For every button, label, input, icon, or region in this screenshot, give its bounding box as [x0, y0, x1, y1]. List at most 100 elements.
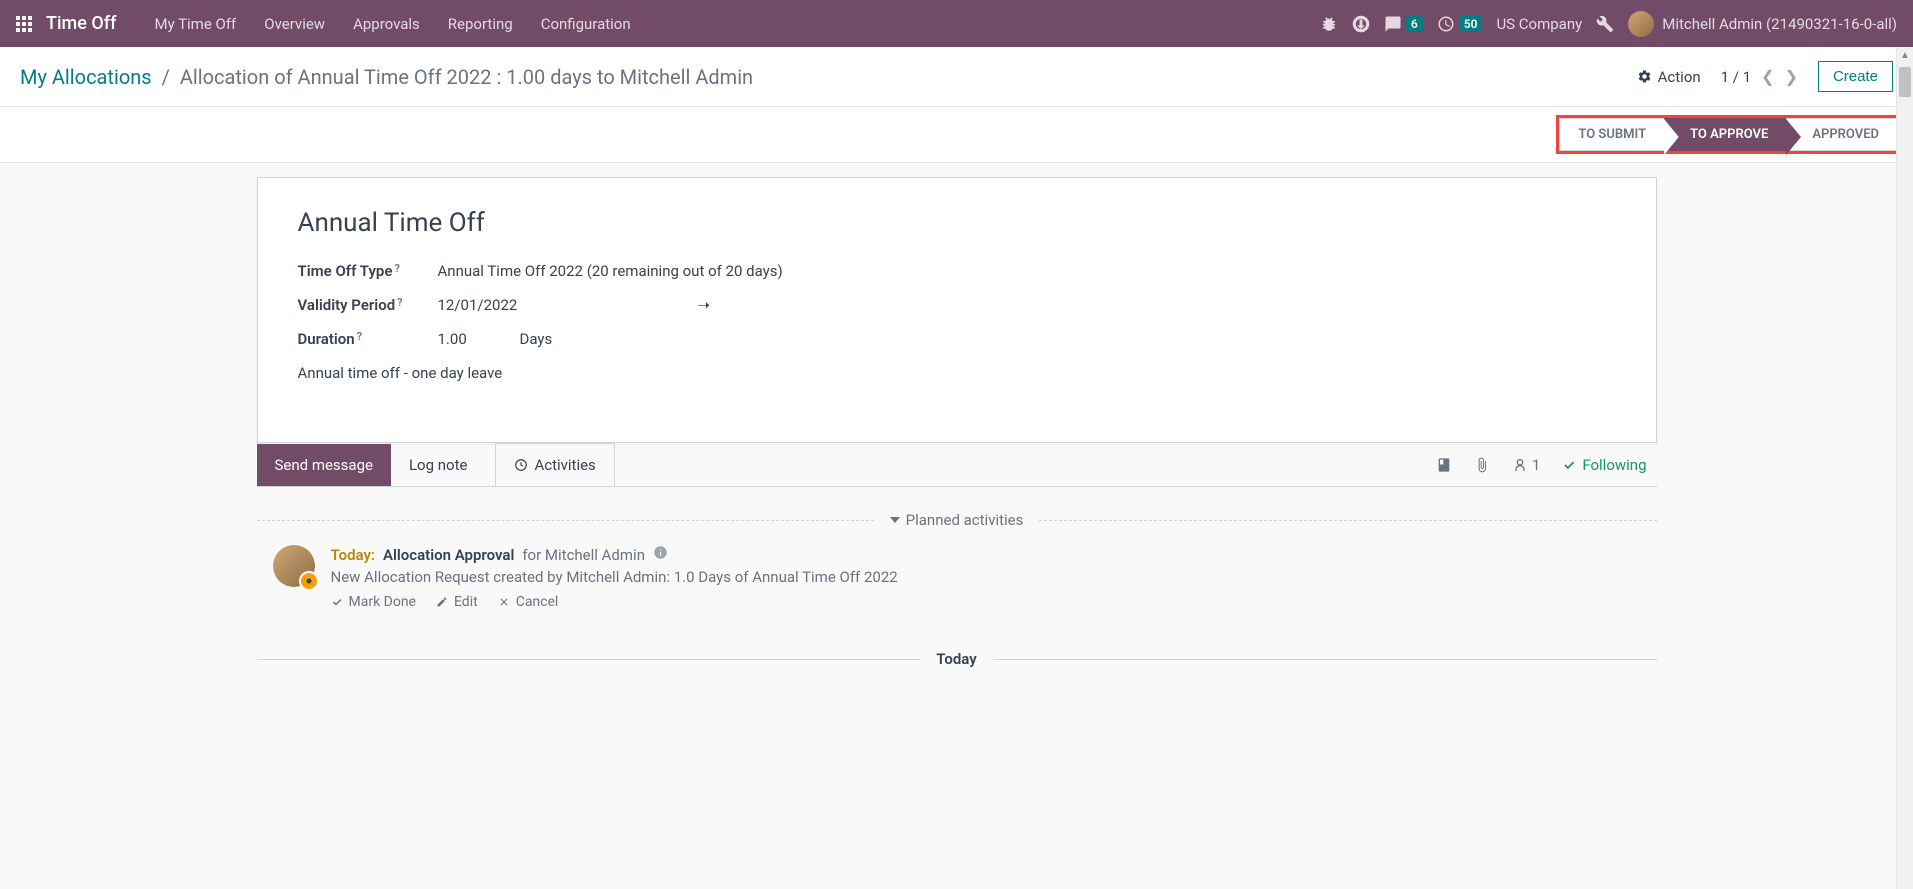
arrow-right-icon: ➝ [697, 296, 710, 314]
breadcrumb: My Allocations / Allocation of Annual Ti… [20, 65, 753, 89]
form-sheet: Annual Time Off Time Off Type? Annual Ti… [257, 177, 1657, 443]
follower-count-value: 1 [1532, 456, 1540, 474]
tab-activities-label: Activities [534, 456, 595, 474]
planned-title[interactable]: Planned activities [874, 511, 1040, 529]
label-duration-text: Duration [298, 330, 355, 348]
mark-done-button[interactable]: Mark Done [331, 594, 416, 610]
mark-done-label: Mark Done [349, 594, 416, 610]
activity-avatar[interactable] [273, 545, 315, 587]
activity-header: Today: Allocation Approval for Mitchell … [331, 545, 1641, 564]
activity-item: Today: Allocation Approval for Mitchell … [257, 545, 1657, 610]
user-avatar-icon [1628, 11, 1654, 37]
bug-icon[interactable] [1320, 15, 1338, 33]
clock-icon [514, 458, 528, 472]
nav-configuration[interactable]: Configuration [527, 15, 645, 33]
caret-down-icon [890, 515, 900, 525]
book-icon[interactable] [1436, 457, 1452, 473]
following-button[interactable]: Following [1562, 456, 1646, 474]
planned-activities-section: Planned activities Today: Allocation App… [257, 487, 1657, 620]
scrollbar-up-icon[interactable]: ▲ [1897, 47, 1913, 64]
pager-prev-icon[interactable]: ❮ [1761, 67, 1774, 86]
help-icon[interactable]: ? [357, 330, 362, 343]
user-menu[interactable]: Mitchell Admin (21490321-16-0-all) [1628, 11, 1897, 37]
support-icon[interactable] [1352, 15, 1370, 33]
action-dropdown[interactable]: Action [1637, 68, 1701, 86]
gear-icon [1637, 69, 1652, 84]
value-type: Annual Time Off 2022 (20 remaining out o… [438, 262, 783, 280]
row-duration: Duration? 1.00 Days [298, 330, 1616, 348]
nav-approvals[interactable]: Approvals [339, 15, 434, 33]
value-validity-from: 12/01/2022 [438, 296, 518, 314]
row-type: Time Off Type? Annual Time Off 2022 (20 … [298, 262, 1616, 280]
tab-send-message[interactable]: Send message [257, 444, 391, 486]
navbar-left: Time Off My Time Off Overview Approvals … [16, 13, 645, 34]
status-approved[interactable]: APPROVED [1786, 118, 1898, 151]
nav-my-time-off[interactable]: My Time Off [140, 15, 250, 33]
company-selector[interactable]: US Company [1496, 15, 1582, 33]
info-icon[interactable] [653, 545, 668, 564]
navbar-right: 6 50 US Company Mitchell Admin (21490321… [1320, 11, 1897, 37]
clock-badge: 50 [1459, 16, 1483, 32]
activity-description: New Allocation Request created by Mitche… [331, 568, 1641, 586]
pager-next-icon[interactable]: ❯ [1785, 67, 1798, 86]
label-validity-text: Validity Period [298, 296, 396, 314]
activity-actions: Mark Done Edit Cancel [331, 594, 1641, 610]
today-section: Today [257, 620, 1657, 678]
user-name: Mitchell Admin (21490321-16-0-all) [1662, 15, 1897, 33]
nav-reporting[interactable]: Reporting [434, 15, 527, 33]
help-icon[interactable]: ? [397, 296, 402, 309]
apps-icon[interactable] [16, 16, 32, 32]
cancel-label: Cancel [516, 594, 559, 610]
chatter-tabs: Send message Log note Activities 1 [257, 443, 1657, 487]
help-icon[interactable]: ? [394, 262, 399, 275]
activity-today-label: Today: [331, 546, 376, 564]
label-type-text: Time Off Type [298, 262, 393, 280]
followers-count[interactable]: 1 [1512, 456, 1540, 474]
clock-icon[interactable]: 50 [1437, 15, 1483, 33]
breadcrumb-current: Allocation of Annual Time Off 2022 : 1.0… [180, 65, 753, 89]
today-title: Today [920, 650, 992, 668]
chatter-right: 1 Following [1436, 456, 1657, 474]
edit-button[interactable]: Edit [436, 594, 478, 610]
chatter: Send message Log note Activities 1 [257, 443, 1657, 678]
cancel-button[interactable]: Cancel [498, 594, 559, 610]
create-button[interactable]: Create [1818, 61, 1893, 92]
attachment-icon[interactable] [1474, 457, 1490, 473]
tools-icon[interactable] [1596, 15, 1614, 33]
scrollbar-thumb[interactable] [1899, 67, 1911, 97]
breadcrumb-parent[interactable]: My Allocations [20, 65, 152, 89]
row-validity: Validity Period? 12/01/2022 ➝ [298, 296, 1616, 314]
tab-activities[interactable]: Activities [495, 443, 614, 486]
status-to-submit[interactable]: TO SUBMIT [1559, 118, 1664, 151]
planned-title-text: Planned activities [906, 511, 1024, 529]
label-duration: Duration? [298, 330, 438, 348]
label-type: Time Off Type? [298, 262, 438, 280]
app-title[interactable]: Time Off [46, 13, 116, 34]
check-icon [1562, 458, 1576, 472]
nav-overview[interactable]: Overview [250, 15, 339, 33]
messages-icon[interactable]: 6 [1384, 15, 1423, 33]
scrollbar[interactable]: ▲ [1896, 47, 1913, 889]
activity-for: for Mitchell Admin [522, 546, 645, 564]
activity-body: Today: Allocation Approval for Mitchell … [331, 545, 1641, 610]
person-icon [1512, 457, 1528, 473]
status-to-approve[interactable]: TO APPROVE [1664, 118, 1786, 151]
tab-log-note[interactable]: Log note [391, 444, 485, 486]
status-bar: TO SUBMIT TO APPROVE APPROVED [0, 107, 1913, 163]
edit-label: Edit [454, 594, 478, 610]
pager: 1 / 1 ❮ ❯ [1721, 67, 1798, 86]
form-title: Annual Time Off [298, 208, 1616, 238]
form-description: Annual time off - one day leave [298, 364, 1616, 382]
breadcrumb-separator: / [162, 65, 170, 89]
label-validity: Validity Period? [298, 296, 438, 314]
today-header: Today [257, 650, 1657, 668]
pencil-icon [436, 596, 448, 608]
value-duration: 1.00 [438, 330, 520, 348]
pager-text: 1 / 1 [1721, 68, 1752, 86]
check-icon [331, 596, 343, 608]
planned-header: Planned activities [257, 511, 1657, 529]
breadcrumb-actions: Action 1 / 1 ❮ ❯ Create [1637, 61, 1893, 92]
value-duration-unit: Days [520, 330, 553, 348]
following-label: Following [1582, 456, 1646, 474]
activity-name: Allocation Approval [383, 546, 514, 564]
